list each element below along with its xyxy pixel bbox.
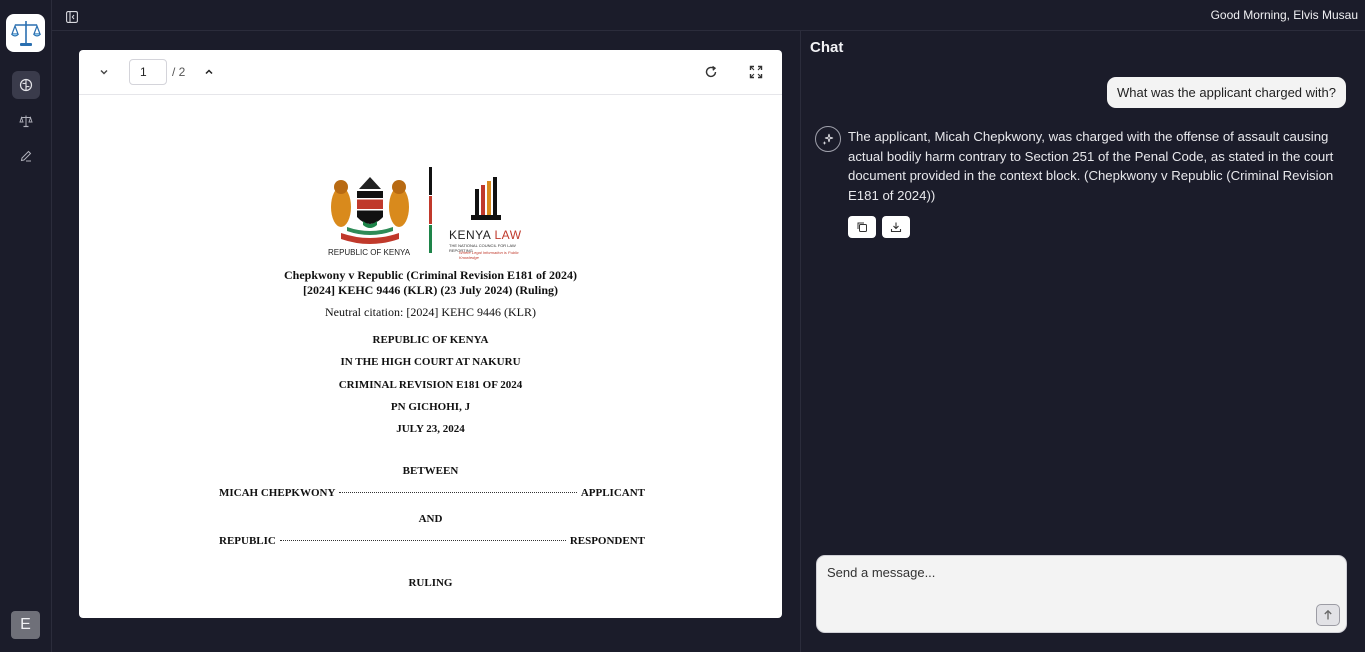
dot-leader	[279, 540, 566, 541]
kenya-law-tagline: Where Legal Information is Public Knowle…	[459, 250, 519, 260]
case-title: Chepkwony v Republic (Criminal Revision …	[283, 268, 578, 282]
fullscreen-button[interactable]	[744, 60, 768, 84]
copy-icon	[857, 222, 867, 232]
arrow-up-icon	[1324, 609, 1332, 620]
heading-republic: REPUBLIC OF KENYA	[372, 334, 489, 346]
app-logo[interactable]	[6, 14, 45, 52]
sidebar-item-drafts[interactable]	[12, 142, 40, 170]
download-icon	[890, 222, 902, 233]
kenya-law-title: KENYA LAW	[449, 228, 522, 242]
panel-toggle-icon	[66, 11, 78, 23]
party-applicant: MICAH CHEPKWONY APPLICANT	[219, 487, 645, 499]
party-respondent: REPUBLIC RESPONDENT	[219, 535, 645, 547]
refresh-icon	[705, 65, 717, 78]
heading-revision: CRIMINAL REVISION E181 OF 2024	[338, 379, 523, 391]
party-role: APPLICANT	[580, 487, 645, 499]
top-bar: Good Morning, Elvis Musau	[52, 0, 1365, 31]
party-name: MICAH CHEPKWONY	[219, 487, 336, 499]
flag-divider	[429, 167, 432, 253]
copy-button[interactable]	[848, 216, 876, 238]
user-avatar[interactable]: E	[11, 611, 40, 639]
and-label: AND	[418, 513, 443, 525]
kenya-coat-of-arms-icon	[331, 177, 409, 244]
ruling-heading: RULING	[408, 577, 453, 589]
party-role: RESPONDENT	[569, 535, 645, 547]
chat-title: Chat	[810, 39, 844, 56]
sparkle-icon	[822, 133, 834, 145]
scales-logo-icon	[10, 21, 41, 46]
greeting-text: Good Morning, Elvis Musau	[1210, 8, 1358, 22]
sidebar-item-cases[interactable]	[12, 107, 40, 135]
neutral-citation: Neutral citation: [2024] KEHC 9446 (KLR)	[325, 305, 536, 319]
message-input[interactable]	[817, 556, 1346, 632]
assistant-avatar	[815, 126, 841, 152]
viewer-toolbar: / 2	[79, 50, 782, 95]
party-name: REPUBLIC	[219, 535, 276, 547]
page-total: / 2	[172, 65, 186, 79]
heading-court: IN THE HIGH COURT AT NAKURU	[340, 356, 521, 368]
next-page-button[interactable]	[92, 60, 116, 84]
brain-icon	[19, 78, 33, 92]
chat-panel: Chat What was the applicant charged with…	[800, 31, 1365, 652]
sidebar-toggle-button[interactable]	[66, 8, 80, 23]
seal-caption: REPUBLIC OF KENYA	[327, 248, 411, 257]
sidebar-item-chat[interactable]	[12, 71, 40, 99]
between-label: BETWEEN	[402, 465, 459, 477]
heading-judge: PN GICHOHI, J	[390, 401, 471, 413]
kenya-law-logo-icon	[471, 177, 501, 220]
dot-leader	[339, 492, 577, 493]
case-citation: [2024] KEHC 9446 (KLR) (23 July 2024) (R…	[303, 283, 558, 297]
document-viewer: / 2	[79, 50, 782, 618]
document-header-logos: REPUBLIC OF KENYA KENYA LAW THE NATIONAL…	[327, 167, 537, 260]
reload-button[interactable]	[699, 60, 723, 84]
previous-page-button[interactable]	[197, 60, 221, 84]
user-message: What was the applicant charged with?	[1107, 77, 1346, 108]
scales-icon	[19, 115, 33, 128]
chevron-up-icon	[205, 69, 213, 75]
heading-date: JULY 23, 2024	[396, 423, 465, 435]
expand-icon	[749, 65, 763, 79]
assistant-message: The applicant, Micah Chepkwony, was char…	[848, 129, 1334, 203]
download-button[interactable]	[882, 216, 910, 238]
chevron-down-icon	[100, 70, 108, 75]
message-composer	[816, 555, 1347, 633]
pen-icon	[20, 150, 32, 162]
page-number-input[interactable]	[129, 59, 167, 85]
send-button[interactable]	[1316, 604, 1340, 626]
left-sidebar: E	[0, 0, 52, 652]
document-page: REPUBLIC OF KENYA KENYA LAW THE NATIONAL…	[79, 96, 782, 618]
